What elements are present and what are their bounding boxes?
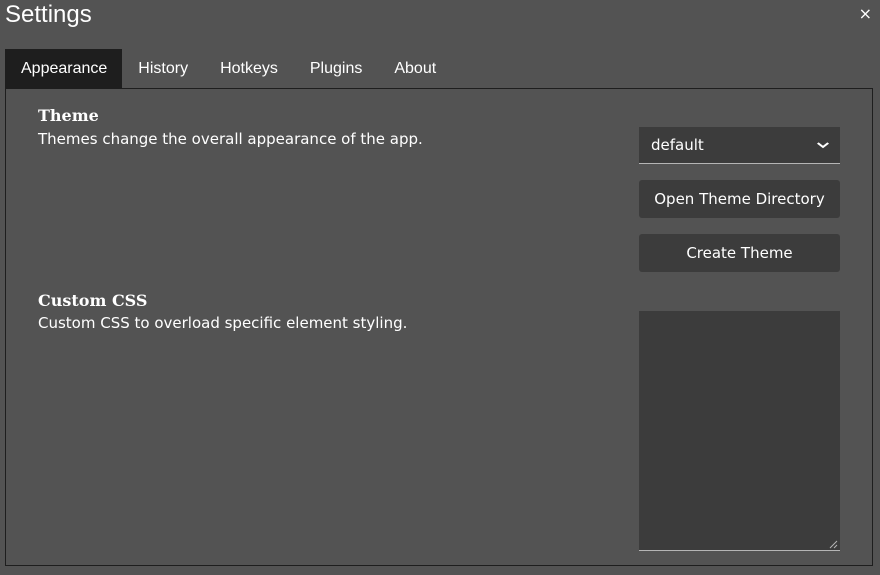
settings-window: Settings × Appearance History Hotkeys Pl… — [0, 0, 880, 575]
theme-title: Theme — [38, 106, 99, 125]
theme-select[interactable]: default — [639, 127, 840, 164]
chevron-down-icon — [816, 138, 830, 152]
tab-about[interactable]: About — [378, 49, 452, 88]
create-theme-button[interactable]: Create Theme — [639, 234, 840, 272]
tab-hotkeys[interactable]: Hotkeys — [204, 49, 294, 88]
tab-appearance[interactable]: Appearance — [5, 49, 123, 88]
custom-css-title: Custom CSS — [38, 291, 148, 310]
tab-bar: Appearance History Hotkeys Plugins About — [5, 49, 452, 88]
theme-select-value: default — [651, 136, 704, 154]
theme-description: Themes change the overall appearance of … — [38, 130, 423, 148]
custom-css-textarea[interactable] — [639, 311, 840, 551]
custom-css-description: Custom CSS to overload specific element … — [38, 314, 408, 332]
resize-grip-icon[interactable] — [829, 540, 838, 549]
tab-plugins[interactable]: Plugins — [294, 49, 378, 88]
close-icon[interactable]: × — [859, 5, 872, 23]
open-theme-directory-button[interactable]: Open Theme Directory — [639, 180, 840, 218]
tab-history[interactable]: History — [122, 49, 204, 88]
appearance-panel: Theme Themes change the overall appearan… — [5, 88, 873, 566]
window-title: Settings — [5, 1, 92, 28]
